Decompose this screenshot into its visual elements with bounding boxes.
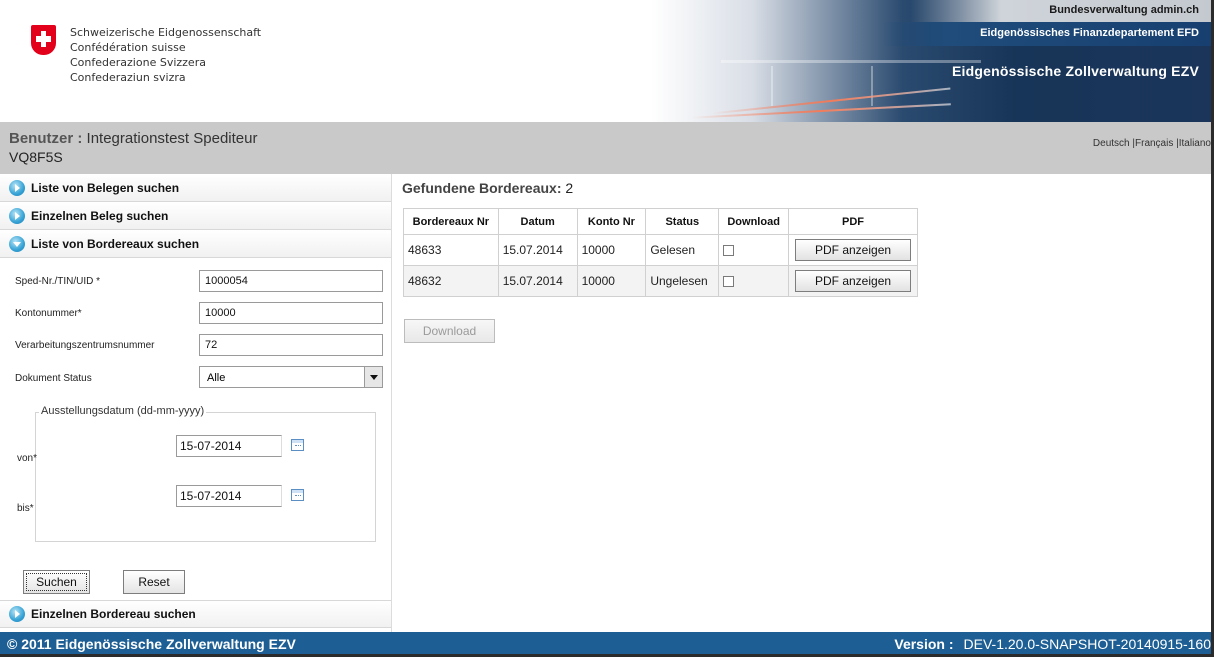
cell-status: Gelesen [645, 234, 720, 266]
version-value: DEV-1.20.0-SNAPSHOT-20140915-160 [963, 636, 1211, 652]
confed-name-it: Confederazione Svizzera [70, 56, 206, 69]
cell-nr: 48633 [403, 234, 499, 266]
language-de[interactable]: Deutsch [1093, 138, 1130, 149]
cell-download [718, 234, 790, 266]
column-header: PDF [788, 208, 918, 235]
accordion-einzelner-beleg[interactable]: Einzelnen Beleg suchen [0, 202, 391, 230]
calendar-icon[interactable] [291, 489, 304, 501]
konto-input[interactable]: 10000 [199, 302, 383, 324]
user-name: Integrationstest Spediteur [86, 130, 258, 147]
app-window: Schweizerische Eidgenossenschaft Confédé… [0, 0, 1214, 657]
cell-download [718, 265, 790, 297]
cell-datum: 15.07.2014 [497, 234, 578, 266]
bis-label-text: bis* [17, 503, 34, 514]
results-title-text: Gefundene Bordereaux: [402, 180, 562, 196]
accordion-label: Liste von Belegen suchen [31, 180, 180, 195]
page-header: Schweizerische Eidgenossenschaft Confédé… [0, 0, 1211, 122]
reset-button[interactable]: Reset [123, 570, 185, 594]
banner-roof-stroke [721, 60, 981, 63]
expand-arrow-icon [9, 179, 25, 196]
confed-name-rm: Confederaziun svizra [70, 71, 186, 84]
status-select[interactable]: Alle [199, 366, 383, 388]
accordion-label: Einzelnen Beleg suchen [31, 208, 169, 223]
cell-konto: 10000 [576, 234, 647, 266]
confed-name-de: Schweizerische Eidgenossenschaft [70, 26, 262, 39]
von-label: von* [17, 453, 37, 464]
results-title: Gefundene Bordereaux: 2 [402, 180, 573, 196]
user-label: Benutzer [9, 130, 74, 147]
pdf-view-button[interactable]: PDF anzeigen [795, 239, 912, 261]
download-checkbox[interactable] [723, 245, 735, 257]
user-bar: Benutzer : Integrationstest Spediteur VQ… [0, 122, 1211, 174]
office-title[interactable]: Eidgenössische Zollverwaltung EZV [952, 63, 1199, 79]
cell-pdf: PDF anzeigen [788, 265, 918, 297]
cell-nr: 48632 [403, 265, 499, 297]
pdf-view-button[interactable]: PDF anzeigen [795, 270, 912, 292]
banner-pillar-stroke [771, 66, 773, 106]
column-header: Download [718, 208, 790, 235]
sped-input[interactable]: 1000054 [199, 270, 383, 292]
admin-link-bar: Bundesverwaltung admin.ch [911, 0, 1211, 22]
download-button[interactable]: Download [404, 319, 495, 343]
user-id: VQ8F5S [9, 149, 63, 165]
user-separator: : [73, 130, 87, 147]
status-label: Dokument Status [15, 373, 92, 384]
accordion-label: Liste von Bordereaux suchen [31, 236, 200, 251]
chevron-down-icon[interactable] [364, 367, 382, 387]
column-header: Konto Nr [576, 208, 647, 235]
column-header: Status [645, 208, 720, 235]
search-sidebar: Liste von Belegen suchen Einzelnen Beleg… [0, 174, 392, 632]
confed-name-fr: Confédération suisse [70, 41, 186, 54]
bordereaux-table: Bordereaux Nr Datum Konto Nr Status Down… [403, 208, 918, 297]
table-row: 48633 15.07.2014 10000 Gelesen PDF anzei… [403, 234, 918, 266]
version-label: Version : [894, 636, 954, 652]
table-header-row: Bordereaux Nr Datum Konto Nr Status Down… [403, 208, 918, 235]
cell-pdf: PDF anzeigen [788, 234, 918, 266]
language-fr[interactable]: Français [1135, 138, 1173, 149]
accordion-einzelner-bordereau[interactable]: Einzelnen Bordereau suchen [0, 600, 391, 628]
accordion-bordereaux-liste[interactable]: Liste von Bordereaux suchen [0, 230, 391, 258]
zentrum-label: Verarbeitungszentrumsnummer [15, 340, 155, 351]
download-checkbox[interactable] [723, 276, 735, 288]
page-footer: © 2011 Eidgenössische Zollverwaltung EZV… [0, 632, 1211, 654]
language-switcher: Deutsch |Français |Italiano [1092, 138, 1211, 149]
department-link[interactable]: Eidgenössisches Finanzdepartement EFD [980, 27, 1199, 39]
confederation-logo[interactable]: Schweizerische Eidgenossenschaft Confédé… [31, 25, 261, 85]
bordereaux-search-form: Sped-Nr./TIN/UID * 1000054 Kontonummer* … [0, 258, 391, 600]
accordion-label: Einzelnen Bordereau suchen [31, 607, 196, 621]
sped-label: Sped-Nr./TIN/UID * [15, 276, 101, 287]
user-info: Benutzer : Integrationstest Spediteur [9, 130, 257, 147]
issue-date-fieldset: Ausstellungsdatum (dd-mm-yyyy) von* 15-0… [17, 405, 376, 542]
von-label-text: von* [17, 453, 38, 464]
collapse-arrow-icon [9, 235, 25, 252]
footer-copyright: © 2011 Eidgenössische Zollverwaltung EZV [7, 636, 296, 652]
search-button[interactable]: Suchen [23, 570, 90, 594]
accordion-belege-liste[interactable]: Liste von Belegen suchen [0, 174, 391, 202]
swiss-flag-icon [31, 25, 56, 55]
department-bar: Eidgenössisches Finanzdepartement EFD [881, 22, 1211, 46]
cell-konto: 10000 [576, 265, 647, 297]
konto-label: Kontonummer* [15, 308, 82, 319]
cell-status: Ungelesen [645, 265, 720, 297]
banner-pillar-stroke [871, 66, 873, 106]
bis-label: bis* [17, 503, 34, 514]
confederation-names: Schweizerische Eidgenossenschaft Confédé… [70, 25, 261, 85]
expand-arrow-icon [9, 207, 25, 224]
table-row: 48632 15.07.2014 10000 Ungelesen PDF anz… [403, 265, 918, 297]
calendar-icon[interactable] [291, 439, 304, 451]
header-banner: Bundesverwaltung admin.ch Eidgenössische… [651, 0, 1211, 122]
results-count: 2 [565, 180, 574, 196]
bis-date-input[interactable]: 15-07-2014 [176, 485, 282, 507]
issue-date-legend: Ausstellungsdatum (dd-mm-yyyy) [39, 405, 207, 417]
column-header: Datum [497, 208, 578, 235]
admin-link[interactable]: Bundesverwaltung admin.ch [1049, 4, 1199, 16]
footer-version: Version : DEV-1.20.0-SNAPSHOT-20140915-16… [894, 636, 1211, 652]
zentrum-input[interactable]: 72 [199, 334, 383, 356]
expand-arrow-icon [9, 606, 25, 622]
cell-datum: 15.07.2014 [497, 265, 578, 297]
von-date-input[interactable]: 15-07-2014 [176, 435, 282, 457]
status-select-value: Alle [207, 372, 226, 384]
language-it[interactable]: Italiano [1179, 138, 1211, 149]
column-header: Bordereaux Nr [403, 208, 499, 235]
